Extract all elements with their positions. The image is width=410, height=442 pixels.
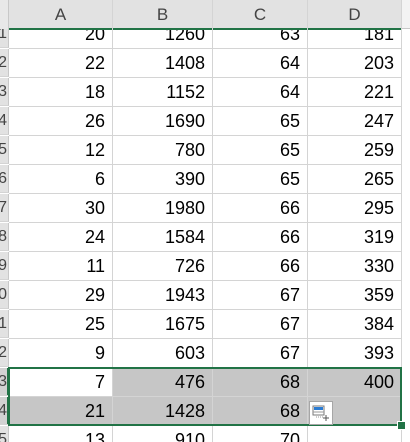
row-header[interactable]: 9 (0, 252, 9, 280)
cell-a[interactable]: 12 (9, 136, 113, 165)
cell-a[interactable]: 30 (9, 194, 113, 223)
cell-d[interactable]: 203 (308, 49, 402, 78)
cell-b[interactable]: 1675 (113, 310, 213, 339)
cell-d[interactable] (308, 426, 402, 442)
cell-a[interactable]: 24 (9, 223, 113, 252)
cell-c[interactable]: 65 (213, 136, 308, 165)
row-number: 3 (0, 368, 7, 395)
cell-d[interactable]: 259 (308, 136, 402, 165)
row-header[interactable]: 5 (0, 136, 9, 164)
cell-a[interactable]: 25 (9, 310, 113, 339)
row-header[interactable]: 4 (0, 107, 9, 135)
cell-a[interactable]: 6 (9, 165, 113, 194)
cell-c[interactable]: 68 (213, 397, 308, 426)
cell-b[interactable]: 1428 (113, 397, 213, 426)
cell-b[interactable]: 1408 (113, 49, 213, 78)
cell-d[interactable]: 359 (308, 281, 402, 310)
row-number: 5 (0, 426, 7, 442)
cell-d[interactable]: 265 (308, 165, 402, 194)
cell-d[interactable]: 400 (308, 368, 402, 397)
cell-a[interactable]: 18 (9, 78, 113, 107)
cell-a[interactable]: 29 (9, 281, 113, 310)
cell-b[interactable]: 1980 (113, 194, 213, 223)
row-header[interactable]: 3 (0, 78, 9, 106)
row-number: 2 (0, 339, 7, 366)
cell-b[interactable]: 390 (113, 165, 213, 194)
column-header-b[interactable]: B (113, 0, 213, 30)
quick-analysis-icon[interactable] (309, 401, 333, 425)
column-header-row: ABCD (0, 0, 410, 30)
row-header[interactable]: 2 (0, 49, 9, 77)
cell-c[interactable]: 67 (213, 281, 308, 310)
row-number: 3 (0, 78, 7, 105)
cell-b[interactable]: 780 (113, 136, 213, 165)
cell-d[interactable]: 221 (308, 78, 402, 107)
cell-b[interactable]: 726 (113, 252, 213, 281)
select-all-corner[interactable] (0, 0, 9, 29)
cell-c[interactable]: 65 (213, 165, 308, 194)
cell-c[interactable]: 64 (213, 49, 308, 78)
row-number: 6 (0, 165, 7, 192)
row-number: 4 (0, 397, 7, 424)
cell-c[interactable]: 67 (213, 310, 308, 339)
row-number: 2 (0, 49, 7, 76)
cell-a[interactable]: 22 (9, 49, 113, 78)
cell-d[interactable]: 295 (308, 194, 402, 223)
cell-b[interactable]: 1584 (113, 223, 213, 252)
cell-a[interactable]: 26 (9, 107, 113, 136)
row-number: 8 (0, 223, 7, 250)
cell-a[interactable]: 7 (9, 368, 113, 397)
row-number: 5 (0, 136, 7, 163)
row-number: 1 (0, 310, 7, 337)
row-header[interactable]: 4 (0, 397, 9, 425)
cell-b[interactable]: 910 (113, 426, 213, 442)
cell-d[interactable]: 384 (308, 310, 402, 339)
row-header[interactable]: 1 (0, 310, 9, 338)
spreadsheet-grid[interactable]: 1201260631812221408642033181152642214261… (0, 0, 410, 442)
cell-b[interactable]: 603 (113, 339, 213, 368)
row-number: 9 (0, 252, 7, 279)
cell-a[interactable]: 9 (9, 339, 113, 368)
cell-a[interactable]: 13 (9, 426, 113, 442)
row-number: 4 (0, 107, 7, 134)
cell-b[interactable]: 1690 (113, 107, 213, 136)
cell-a[interactable]: 11 (9, 252, 113, 281)
row-header[interactable]: 0 (0, 281, 9, 309)
row-header[interactable]: 8 (0, 223, 9, 251)
row-header[interactable]: 7 (0, 194, 9, 222)
cell-c[interactable]: 65 (213, 107, 308, 136)
fill-handle-icon[interactable] (397, 421, 406, 430)
cell-c[interactable]: 66 (213, 252, 308, 281)
row-header[interactable]: 6 (0, 165, 9, 193)
cell-d[interactable]: 393 (308, 339, 402, 368)
cell-c[interactable]: 66 (213, 223, 308, 252)
column-header-d[interactable]: D (308, 0, 402, 30)
cell-c[interactable]: 66 (213, 194, 308, 223)
cell-c[interactable]: 70 (213, 426, 308, 442)
cell-b[interactable]: 476 (113, 368, 213, 397)
cell-c[interactable]: 67 (213, 339, 308, 368)
cell-d[interactable]: 330 (308, 252, 402, 281)
cell-b[interactable]: 1943 (113, 281, 213, 310)
row-number: 7 (0, 194, 7, 221)
column-header-a[interactable]: A (9, 0, 113, 30)
cell-c[interactable]: 68 (213, 368, 308, 397)
cell-a[interactable]: 21 (9, 397, 113, 426)
cell-b[interactable]: 1152 (113, 78, 213, 107)
row-header[interactable]: 3 (0, 368, 9, 396)
cell-d[interactable]: 247 (308, 107, 402, 136)
column-header-c[interactable]: C (213, 0, 308, 30)
cell-c[interactable]: 64 (213, 78, 308, 107)
cell-d[interactable]: 319 (308, 223, 402, 252)
row-header[interactable]: 5 (0, 426, 9, 442)
row-number: 0 (0, 281, 7, 308)
row-header[interactable]: 2 (0, 339, 9, 367)
